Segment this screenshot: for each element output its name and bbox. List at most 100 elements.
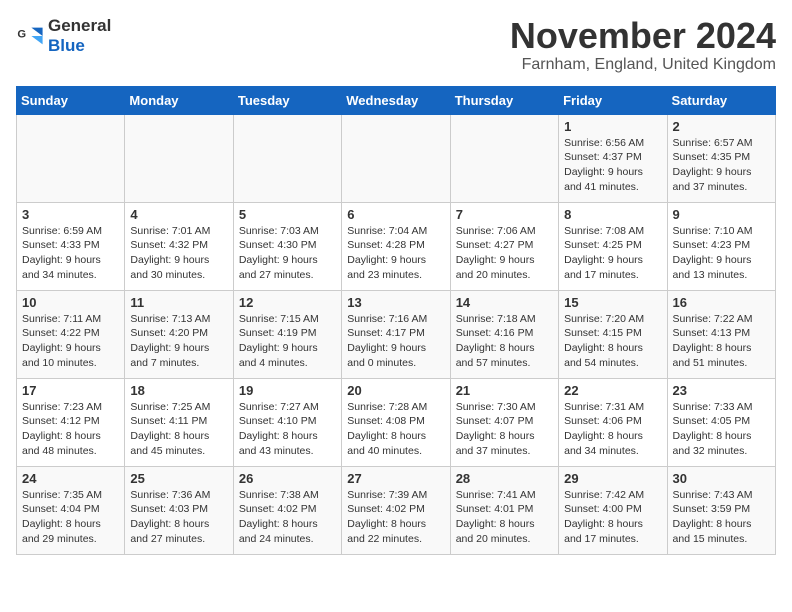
day-info: Sunrise: 7:33 AM Sunset: 4:05 PM Dayligh… — [673, 400, 770, 459]
day-info: Sunrise: 7:36 AM Sunset: 4:03 PM Dayligh… — [130, 488, 227, 547]
column-header-tuesday: Tuesday — [233, 86, 341, 114]
day-number: 1 — [564, 119, 661, 134]
day-number: 18 — [130, 383, 227, 398]
page-header: G General Blue November 2024 Farnham, En… — [16, 16, 776, 74]
day-info: Sunrise: 7:28 AM Sunset: 4:08 PM Dayligh… — [347, 400, 444, 459]
calendar-cell: 17 Sunrise: 7:23 AM Sunset: 4:12 PM Dayli… — [17, 378, 125, 466]
day-info: Sunrise: 7:01 AM Sunset: 4:32 PM Dayligh… — [130, 224, 227, 283]
day-number: 13 — [347, 295, 444, 310]
day-number: 22 — [564, 383, 661, 398]
day-number: 28 — [456, 471, 553, 486]
day-info: Sunrise: 7:03 AM Sunset: 4:30 PM Dayligh… — [239, 224, 336, 283]
day-number: 21 — [456, 383, 553, 398]
day-info: Sunrise: 7:25 AM Sunset: 4:11 PM Dayligh… — [130, 400, 227, 459]
location-title: Farnham, England, United Kingdom — [510, 56, 776, 74]
calendar-week-0: 1 Sunrise: 6:56 AM Sunset: 4:37 PM Daylig… — [17, 114, 776, 202]
calendar-cell: 11 Sunrise: 7:13 AM Sunset: 4:20 PM Dayli… — [125, 290, 233, 378]
day-info: Sunrise: 7:15 AM Sunset: 4:19 PM Dayligh… — [239, 312, 336, 371]
calendar-cell: 14Sunrise: 7:18 AM Sunset: 4:16 PM Dayli… — [450, 290, 558, 378]
day-number: 17 — [22, 383, 119, 398]
day-info: Sunrise: 7:39 AM Sunset: 4:02 PM Dayligh… — [347, 488, 444, 547]
day-number: 26 — [239, 471, 336, 486]
calendar-cell: 12 Sunrise: 7:15 AM Sunset: 4:19 PM Dayli… — [233, 290, 341, 378]
calendar-cell: 21 Sunrise: 7:30 AM Sunset: 4:07 PM Dayli… — [450, 378, 558, 466]
calendar-cell — [342, 114, 450, 202]
calendar-cell: 24 Sunrise: 7:35 AM Sunset: 4:04 PM Dayli… — [17, 466, 125, 554]
day-number: 16 — [673, 295, 770, 310]
month-title: November 2024 — [510, 16, 776, 56]
day-number: 29 — [564, 471, 661, 486]
day-number: 15 — [564, 295, 661, 310]
calendar-week-4: 24 Sunrise: 7:35 AM Sunset: 4:04 PM Dayli… — [17, 466, 776, 554]
day-info: Sunrise: 7:43 AM Sunset: 3:59 PM Dayligh… — [673, 488, 770, 547]
day-number: 11 — [130, 295, 227, 310]
calendar-cell: 19 Sunrise: 7:27 AM Sunset: 4:10 PM Dayli… — [233, 378, 341, 466]
calendar-cell: 28 Sunrise: 7:41 AM Sunset: 4:01 PM Dayli… — [450, 466, 558, 554]
logo-text: General Blue — [48, 16, 111, 56]
calendar-cell: 15 Sunrise: 7:20 AM Sunset: 4:15 PM Dayli… — [559, 290, 667, 378]
day-info: Sunrise: 7:10 AM Sunset: 4:23 PM Dayligh… — [673, 224, 770, 283]
day-info: Sunrise: 7:27 AM Sunset: 4:10 PM Dayligh… — [239, 400, 336, 459]
calendar-week-2: 10 Sunrise: 7:11 AM Sunset: 4:22 PM Dayli… — [17, 290, 776, 378]
calendar-header: SundayMondayTuesdayWednesdayThursdayFrid… — [17, 86, 776, 114]
day-info: Sunrise: 7:23 AM Sunset: 4:12 PM Dayligh… — [22, 400, 119, 459]
day-info: Sunrise: 7:38 AM Sunset: 4:02 PM Dayligh… — [239, 488, 336, 547]
calendar-cell — [233, 114, 341, 202]
calendar-cell: 16 Sunrise: 7:22 AM Sunset: 4:13 PM Dayli… — [667, 290, 775, 378]
calendar-cell — [450, 114, 558, 202]
day-number: 9 — [673, 207, 770, 222]
calendar-cell: 10 Sunrise: 7:11 AM Sunset: 4:22 PM Dayli… — [17, 290, 125, 378]
day-number: 10 — [22, 295, 119, 310]
day-number: 23 — [673, 383, 770, 398]
day-number: 19 — [239, 383, 336, 398]
day-info: Sunrise: 7:42 AM Sunset: 4:00 PM Dayligh… — [564, 488, 661, 547]
calendar-cell: 25 Sunrise: 7:36 AM Sunset: 4:03 PM Dayli… — [125, 466, 233, 554]
day-number: 5 — [239, 207, 336, 222]
calendar-cell: 22 Sunrise: 7:31 AM Sunset: 4:06 PM Dayli… — [559, 378, 667, 466]
day-info: Sunrise: 7:11 AM Sunset: 4:22 PM Dayligh… — [22, 312, 119, 371]
day-number: 24 — [22, 471, 119, 486]
day-number: 4 — [130, 207, 227, 222]
day-number: 6 — [347, 207, 444, 222]
calendar-cell: 20Sunrise: 7:28 AM Sunset: 4:08 PM Dayli… — [342, 378, 450, 466]
day-info: Sunrise: 7:35 AM Sunset: 4:04 PM Dayligh… — [22, 488, 119, 547]
calendar-cell: 1 Sunrise: 6:56 AM Sunset: 4:37 PM Daylig… — [559, 114, 667, 202]
calendar-cell: 13Sunrise: 7:16 AM Sunset: 4:17 PM Dayli… — [342, 290, 450, 378]
calendar-cell: 23 Sunrise: 7:33 AM Sunset: 4:05 PM Dayli… — [667, 378, 775, 466]
day-number: 27 — [347, 471, 444, 486]
day-number: 30 — [673, 471, 770, 486]
column-header-sunday: Sunday — [17, 86, 125, 114]
column-header-wednesday: Wednesday — [342, 86, 450, 114]
day-number: 7 — [456, 207, 553, 222]
calendar-cell: 30 Sunrise: 7:43 AM Sunset: 3:59 PM Dayli… — [667, 466, 775, 554]
calendar-cell: 2Sunrise: 6:57 AM Sunset: 4:35 PM Daylig… — [667, 114, 775, 202]
logo: G General Blue — [16, 16, 111, 56]
calendar-cell: 6Sunrise: 7:04 AM Sunset: 4:28 PM Daylig… — [342, 202, 450, 290]
calendar-week-3: 17 Sunrise: 7:23 AM Sunset: 4:12 PM Dayli… — [17, 378, 776, 466]
day-info: Sunrise: 7:30 AM Sunset: 4:07 PM Dayligh… — [456, 400, 553, 459]
calendar-cell: 29 Sunrise: 7:42 AM Sunset: 4:00 PM Dayli… — [559, 466, 667, 554]
column-header-monday: Monday — [125, 86, 233, 114]
day-number: 12 — [239, 295, 336, 310]
day-info: Sunrise: 7:41 AM Sunset: 4:01 PM Dayligh… — [456, 488, 553, 547]
day-info: Sunrise: 7:22 AM Sunset: 4:13 PM Dayligh… — [673, 312, 770, 371]
calendar-cell: 4 Sunrise: 7:01 AM Sunset: 4:32 PM Daylig… — [125, 202, 233, 290]
calendar-cell: 9 Sunrise: 7:10 AM Sunset: 4:23 PM Daylig… — [667, 202, 775, 290]
column-header-saturday: Saturday — [667, 86, 775, 114]
day-number: 25 — [130, 471, 227, 486]
day-info: Sunrise: 7:13 AM Sunset: 4:20 PM Dayligh… — [130, 312, 227, 371]
logo-icon: G — [16, 22, 44, 50]
day-info: Sunrise: 7:20 AM Sunset: 4:15 PM Dayligh… — [564, 312, 661, 371]
day-info: Sunrise: 6:56 AM Sunset: 4:37 PM Dayligh… — [564, 136, 661, 195]
title-block: November 2024 Farnham, England, United K… — [510, 16, 776, 74]
day-info: Sunrise: 7:06 AM Sunset: 4:27 PM Dayligh… — [456, 224, 553, 283]
calendar-cell: 8 Sunrise: 7:08 AM Sunset: 4:25 PM Daylig… — [559, 202, 667, 290]
day-number: 3 — [22, 207, 119, 222]
calendar-cell: 27 Sunrise: 7:39 AM Sunset: 4:02 PM Dayli… — [342, 466, 450, 554]
column-header-thursday: Thursday — [450, 86, 558, 114]
calendar-week-1: 3Sunrise: 6:59 AM Sunset: 4:33 PM Daylig… — [17, 202, 776, 290]
day-info: Sunrise: 7:31 AM Sunset: 4:06 PM Dayligh… — [564, 400, 661, 459]
calendar-table: SundayMondayTuesdayWednesdayThursdayFrid… — [16, 86, 776, 555]
day-number: 8 — [564, 207, 661, 222]
day-info: Sunrise: 7:08 AM Sunset: 4:25 PM Dayligh… — [564, 224, 661, 283]
